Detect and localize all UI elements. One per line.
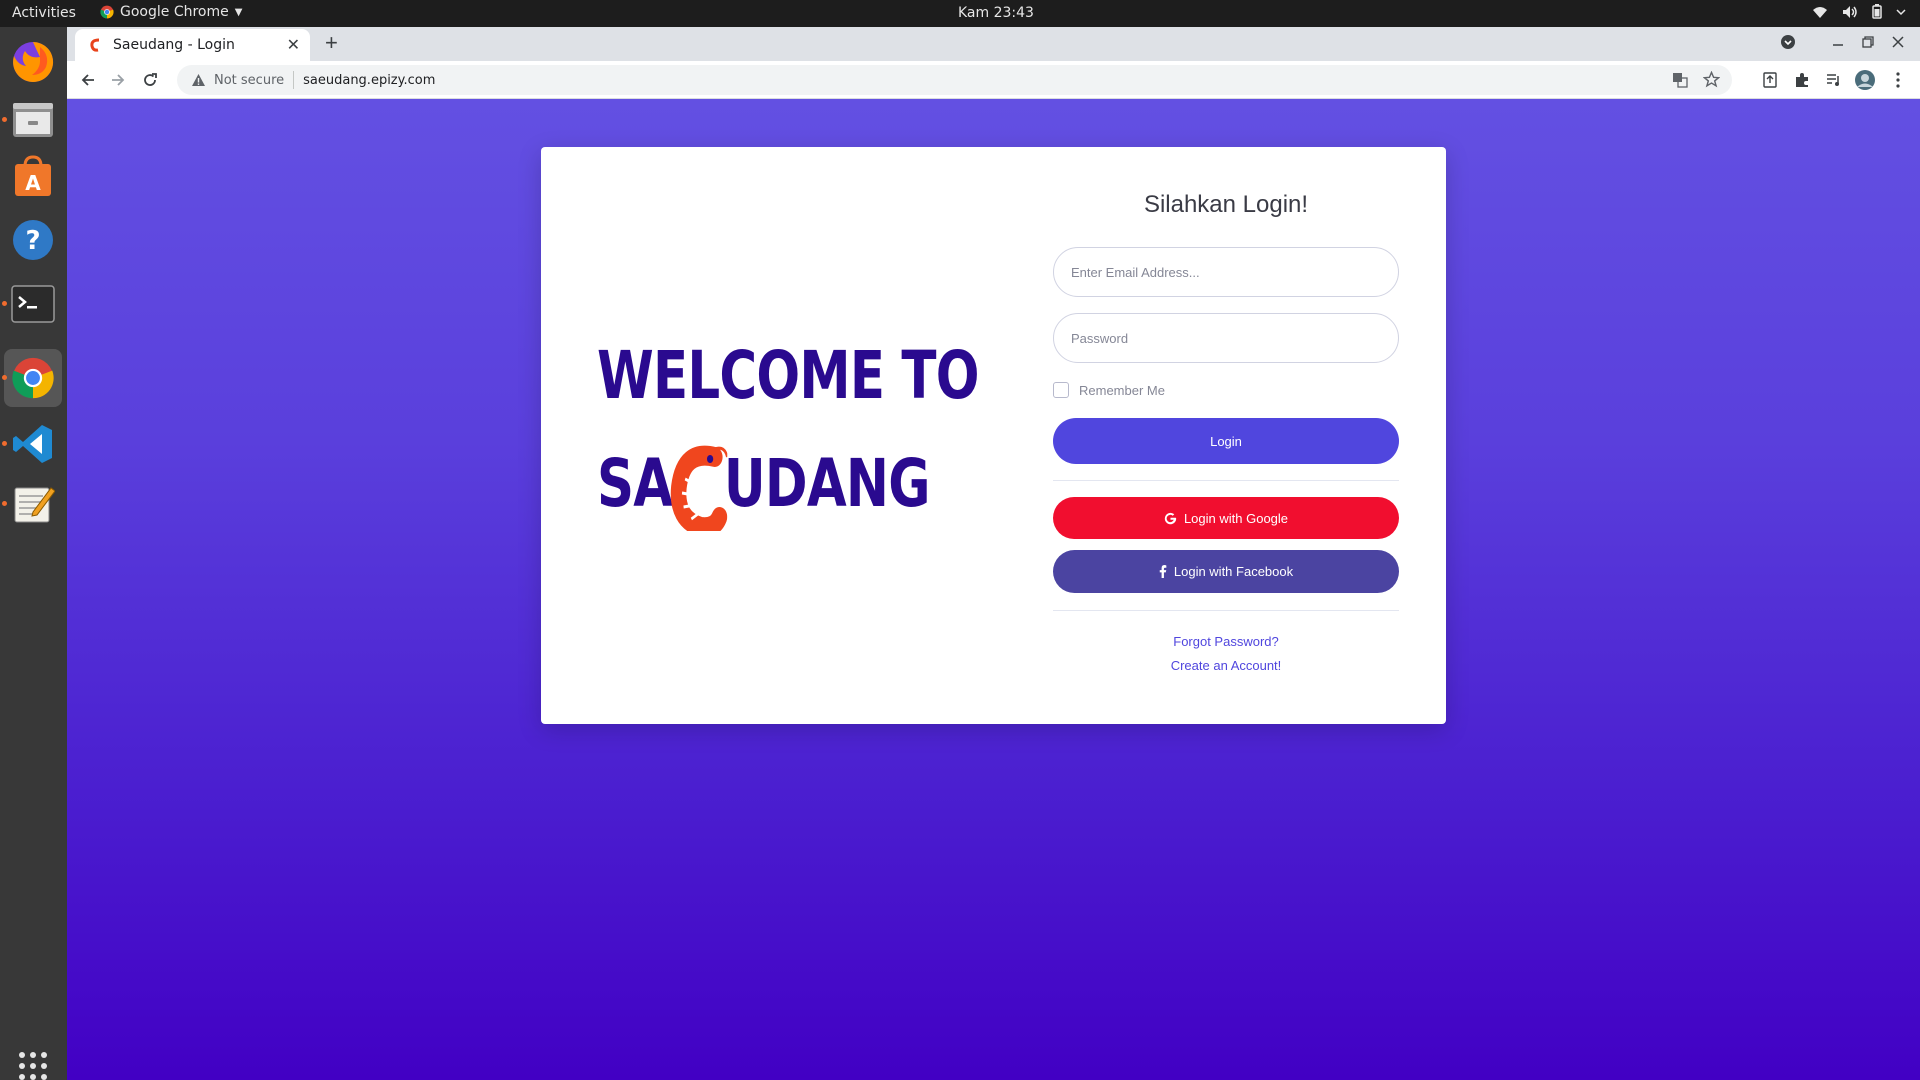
chrome-icon <box>12 357 54 399</box>
extensions-button[interactable] <box>1791 69 1813 91</box>
kebab-menu-icon <box>1896 72 1900 88</box>
volume-icon <box>1843 5 1857 18</box>
tab-search-icon[interactable] <box>1780 34 1796 50</box>
facebook-f-icon <box>1159 565 1167 578</box>
shrimp-favicon-icon <box>90 38 100 52</box>
tab-active[interactable]: Saeudang - Login ✕ <box>75 29 310 61</box>
dock-files[interactable] <box>2 91 62 149</box>
system-top-bar: Activities Google Chrome ▼ Kam 23:43 <box>0 0 1920 27</box>
back-button[interactable] <box>77 69 99 91</box>
facebook-login-label: Login with Facebook <box>1173 564 1294 579</box>
svg-text:?: ? <box>25 226 40 256</box>
extension-button[interactable] <box>1759 69 1781 91</box>
address-bar[interactable]: Not secure saeudang.epizy.com <box>177 65 1732 95</box>
browser-window: Saeudang - Login ✕ + Not secure saeudang… <box>67 27 1920 1080</box>
app-menu-label: Google Chrome <box>120 4 229 20</box>
extension-share-icon <box>1763 72 1777 88</box>
welcome-line-1: WELCOME TO <box>597 337 979 414</box>
google-login-label: Login with Google <box>1183 510 1289 526</box>
arrow-left-icon <box>81 74 94 86</box>
playlist-icon <box>1827 74 1839 86</box>
chrome-small-icon <box>100 5 114 19</box>
forward-button[interactable] <box>107 69 129 91</box>
puzzle-icon <box>1796 73 1808 87</box>
remember-me-checkbox[interactable] <box>1053 382 1069 398</box>
reload-icon <box>144 73 157 86</box>
warning-icon <box>192 74 205 86</box>
running-indicator <box>2 375 7 380</box>
welcome-hero: WELCOME TO SA UDANG <box>597 322 979 538</box>
login-title: Silahkan Login! <box>1143 191 1309 218</box>
email-input[interactable] <box>1053 247 1399 297</box>
welcome-brand-prefix: SA <box>597 445 673 522</box>
media-button[interactable] <box>1823 69 1845 91</box>
dock-text-editor[interactable] <box>2 475 62 533</box>
omnibox-separator <box>293 71 295 89</box>
tab-strip: Saeudang - Login ✕ + <box>67 27 1920 61</box>
google-login-button[interactable]: Login with Google <box>1053 497 1399 539</box>
terminal-icon <box>11 285 55 323</box>
dock-help[interactable]: ? <box>4 211 62 269</box>
restore-icon[interactable] <box>1860 34 1876 50</box>
running-indicator <box>2 501 7 506</box>
shrimp-logo-icon <box>670 445 727 531</box>
dock-firefox[interactable] <box>4 33 62 91</box>
software-store-icon: A <box>15 155 51 196</box>
star-icon[interactable] <box>1703 71 1720 88</box>
new-tab-button[interactable]: + <box>325 32 338 54</box>
running-indicator <box>2 117 7 122</box>
activities-button[interactable]: Activities <box>12 5 76 21</box>
running-indicator <box>2 301 7 306</box>
clock[interactable]: Kam 23:43 <box>958 5 1034 21</box>
login-button[interactable]: Login <box>1053 418 1399 464</box>
chevron-down-icon: ▼ <box>234 6 243 18</box>
close-icon[interactable] <box>1890 34 1906 50</box>
google-g-icon <box>1164 512 1177 524</box>
reload-button[interactable] <box>139 69 161 91</box>
remember-me-label: Remember Me <box>1079 382 1165 398</box>
app-menu[interactable]: Google Chrome ▼ <box>100 4 242 20</box>
system-tray[interactable] <box>1812 4 1906 19</box>
divider <box>1053 610 1399 611</box>
profile-avatar[interactable] <box>1853 69 1877 91</box>
minimize-icon[interactable] <box>1830 34 1846 50</box>
show-applications[interactable] <box>4 1037 62 1080</box>
page-background: WELCOME TO SA UDANG Silahkan Login! Reme… <box>67 99 1920 1080</box>
welcome-line-2: SA UDANG <box>597 430 930 538</box>
chevron-down-icon <box>1896 8 1906 15</box>
dock-chrome[interactable] <box>2 349 62 407</box>
files-icon <box>13 103 53 137</box>
text-editor-icon <box>14 487 55 523</box>
arrow-right-icon <box>112 74 125 86</box>
remember-me[interactable]: Remember Me <box>1053 382 1165 398</box>
forgot-password-link[interactable]: Forgot Password? <box>1053 634 1399 649</box>
wifi-icon <box>1813 6 1827 18</box>
vscode-icon <box>13 425 52 463</box>
dock: A ? <box>0 27 67 1080</box>
login-card: WELCOME TO SA UDANG Silahkan Login! Reme… <box>541 147 1446 724</box>
app-grid-icon <box>19 1052 47 1080</box>
battery-icon <box>1872 4 1882 19</box>
svg-text:A: A <box>25 171 41 195</box>
create-account-link[interactable]: Create an Account! <box>1053 658 1399 673</box>
security-label[interactable]: Not secure <box>214 73 284 88</box>
dock-software[interactable]: A <box>4 147 62 205</box>
running-indicator <box>2 441 7 446</box>
tab-title: Saeudang - Login <box>113 37 235 53</box>
help-icon: ? <box>13 220 53 260</box>
dock-vscode[interactable] <box>2 415 62 473</box>
firefox-icon <box>13 41 54 82</box>
translate-icon[interactable] <box>1672 72 1688 88</box>
welcome-brand-suffix: UDANG <box>723 445 931 522</box>
chrome-menu-button[interactable] <box>1887 69 1909 91</box>
tab-close-icon[interactable]: ✕ <box>287 35 300 55</box>
divider <box>1053 480 1399 481</box>
browser-toolbar: Not secure saeudang.epizy.com <box>67 61 1920 99</box>
avatar-icon <box>1855 70 1875 90</box>
facebook-login-button[interactable]: Login with Facebook <box>1053 550 1399 593</box>
url-text[interactable]: saeudang.epizy.com <box>303 73 435 88</box>
dock-terminal[interactable] <box>2 275 62 333</box>
password-input[interactable] <box>1053 313 1399 363</box>
window-controls <box>1780 34 1906 50</box>
